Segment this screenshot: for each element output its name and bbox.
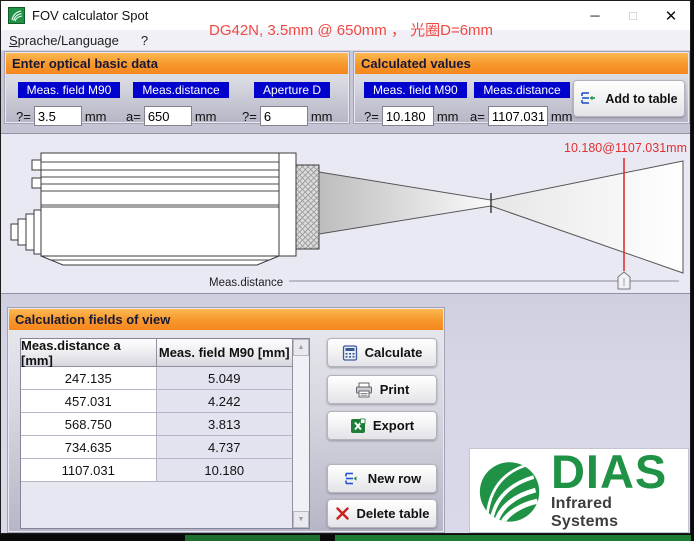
a-prefix: a= <box>470 109 485 124</box>
cell-field[interactable]: 5.049 <box>157 367 293 390</box>
calc-meas-field-value[interactable] <box>382 106 434 126</box>
lens-annotation: DG42N, 3.5mm @ 650mm ， 光圈D=6mm <box>209 19 493 40</box>
calculate-label: Calculate <box>365 345 423 360</box>
add-to-table-label: Add to table <box>605 92 677 106</box>
meas-distance-input[interactable] <box>144 106 192 126</box>
menu-help[interactable]: ? <box>141 33 148 48</box>
unit-label: mm <box>551 109 573 124</box>
enter-data-header: Enter optical basic data <box>6 53 348 74</box>
col-header-distance: Meas.distance a [mm] <box>21 339 157 367</box>
slider-label: Meas.distance <box>209 277 283 289</box>
add-row-icon <box>580 91 598 107</box>
table-scrollbar[interactable]: ▲ ▼ <box>292 339 309 528</box>
meas-field-m90-input-group: Meas. field M90 ?= mm <box>16 81 122 126</box>
diameter-prefix: ?= <box>16 109 31 124</box>
background-window-strip <box>0 535 694 541</box>
cell-distance[interactable]: 734.635 <box>21 436 157 459</box>
meas-field-m90-label: Meas. field M90 <box>18 82 121 98</box>
new-row-label: New row <box>368 471 421 486</box>
measurement-marker-label: 10.180@1107.031mm <box>564 141 687 155</box>
unit-label: mm <box>195 109 217 124</box>
print-button[interactable]: Print <box>327 375 437 404</box>
camera-drawing <box>11 153 319 265</box>
cell-distance[interactable]: 1107.031 <box>21 459 157 482</box>
print-label: Print <box>380 382 410 397</box>
add-to-table-button[interactable]: Add to table <box>573 80 685 117</box>
col-header-field: Meas. field M90 [mm] <box>157 339 293 367</box>
export-excel-icon <box>350 418 366 434</box>
delete-table-label: Delete table <box>357 506 430 521</box>
dias-globe-icon <box>478 456 543 526</box>
diameter-prefix: ?= <box>364 109 379 124</box>
menu-language[interactable]: Sprache/Language <box>9 33 119 48</box>
calculated-values-header: Calculated values <box>355 53 688 74</box>
calculation-table-header: Calculation fields of view <box>9 309 443 330</box>
scroll-up-icon[interactable]: ▲ <box>293 339 309 356</box>
diameter-prefix: ?= <box>242 109 257 124</box>
window-title: FOV calculator Spot <box>32 8 148 23</box>
aperture-label: Aperture D <box>254 82 330 98</box>
unit-label: mm <box>437 109 459 124</box>
cell-field[interactable]: 3.813 <box>157 413 293 436</box>
a-prefix: a= <box>126 109 141 124</box>
fov-diagram-drawing: 10.180@1107.031mm Meas.distance <box>1 134 688 293</box>
cell-field[interactable]: 4.737 <box>157 436 293 459</box>
aperture-input[interactable] <box>260 106 308 126</box>
table-row: 1107.031 10.180 <box>21 459 292 482</box>
cell-field[interactable]: 10.180 <box>157 459 293 482</box>
aperture-input-group: Aperture D ?= mm <box>242 81 342 126</box>
meas-field-m90-input[interactable] <box>34 106 82 126</box>
minimize-button[interactable]: ─ <box>576 1 614 30</box>
unit-label: mm <box>85 109 107 124</box>
calculator-icon <box>342 345 358 361</box>
cell-field[interactable]: 4.242 <box>157 390 293 413</box>
dias-subtitle-text: Infrared Systems <box>551 495 682 531</box>
app-window: FOV calculator Spot ─ □ ✕ Sprache/Langua… <box>0 0 691 534</box>
window-controls: ─ □ ✕ <box>576 1 690 30</box>
export-button[interactable]: Export <box>327 411 437 440</box>
calc-meas-distance-group: Meas.distance a= mm <box>470 81 574 126</box>
delete-table-button[interactable]: Delete table <box>327 499 437 528</box>
new-row-button[interactable]: New row <box>327 464 437 493</box>
dias-logo: DIAS Infrared Systems <box>469 448 689 533</box>
table-row: 568.750 3.813 <box>21 413 292 436</box>
calc-meas-field-label: Meas. field M90 <box>364 82 467 98</box>
export-label: Export <box>373 418 414 433</box>
fov-diagram: 10.180@1107.031mm Meas.distance <box>1 133 690 294</box>
close-button[interactable]: ✕ <box>652 1 690 30</box>
dias-brand-text: DIAS <box>551 450 682 494</box>
meas-distance-label: Meas.distance <box>133 82 228 98</box>
unit-label: mm <box>311 109 333 124</box>
delete-x-icon <box>335 506 350 521</box>
fov-table: Meas.distance a [mm] Meas. field M90 [mm… <box>20 338 310 529</box>
new-row-icon <box>343 471 361 487</box>
enter-data-group: Enter optical basic data Meas. field M90… <box>5 52 349 123</box>
cell-distance[interactable]: 247.135 <box>21 367 157 390</box>
printer-icon <box>355 382 373 398</box>
calc-meas-distance-label: Meas.distance <box>474 82 569 98</box>
beam-cone-converging <box>319 172 491 234</box>
calculate-button[interactable]: Calculate <box>327 338 437 367</box>
app-logo-icon <box>8 7 25 24</box>
table-row: 734.635 4.737 <box>21 436 292 459</box>
calc-meas-field-group: Meas. field M90 ?= mm <box>364 81 466 126</box>
cell-distance[interactable]: 457.031 <box>21 390 157 413</box>
table-header-row: Meas.distance a [mm] Meas. field M90 [mm… <box>21 339 292 367</box>
calculation-table-group: Calculation fields of view Meas.distance… <box>8 308 444 532</box>
scroll-down-icon[interactable]: ▼ <box>293 511 309 528</box>
beam-cone-diverging <box>491 161 683 273</box>
cell-distance[interactable]: 568.750 <box>21 413 157 436</box>
maximize-button[interactable]: □ <box>614 1 652 30</box>
calc-meas-distance-value[interactable] <box>488 106 548 126</box>
calculated-values-group: Calculated values Meas. field M90 ?= mm … <box>354 52 689 123</box>
meas-distance-input-group: Meas.distance a= mm <box>126 81 236 126</box>
table-row: 457.031 4.242 <box>21 390 292 413</box>
table-row: 247.135 5.049 <box>21 367 292 390</box>
screen: FOV calculator Spot ─ □ ✕ Sprache/Langua… <box>0 0 694 541</box>
